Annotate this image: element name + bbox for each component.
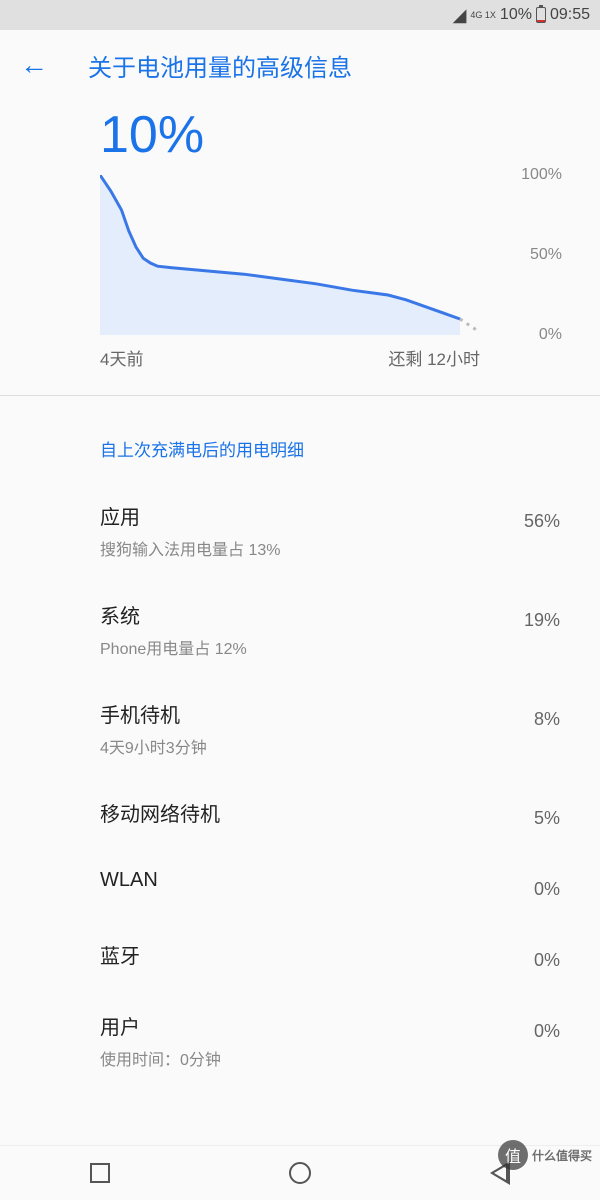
usage-item-percentage: 0% xyxy=(534,869,560,900)
usage-item-subtitle: 搜狗输入法用电量占 13% xyxy=(100,536,524,560)
usage-section-header: 自上次充满电后的用电明细 xyxy=(0,396,600,481)
usage-item-percentage: 56% xyxy=(524,501,560,532)
usage-item-title: WLAN xyxy=(100,869,534,892)
usage-list: 应用搜狗输入法用电量占 13%56% 系统 Phone用电量占 12%19% 手机待机… xyxy=(0,481,600,1090)
action-bar: ← 关于电池用量的高级信息 xyxy=(0,30,600,100)
usage-item-percentage: 0% xyxy=(534,940,560,971)
usage-item-title: 系统 xyxy=(100,600,524,629)
battery-icon xyxy=(536,7,546,23)
usage-item-percentage: 5% xyxy=(534,798,560,829)
usage-item-subtitle: Phone用电量占 12% xyxy=(100,635,524,659)
wifi-icon: ◢ xyxy=(453,5,467,26)
network-type: 4G 1X xyxy=(470,11,496,20)
usage-item[interactable]: 移动网络待机5% xyxy=(0,778,600,849)
usage-item-percentage: 19% xyxy=(524,600,560,631)
usage-item[interactable]: 手机待机 4天9小时3分钟8% xyxy=(0,679,600,778)
status-battery-pct: 10% xyxy=(500,6,532,24)
watermark: 值 什么值得买 xyxy=(498,1140,592,1170)
home-button[interactable] xyxy=(289,1162,311,1184)
battery-chart: 100% 50% 0% 4天前 还剩 12小时 xyxy=(100,175,560,370)
battery-chart-svg xyxy=(100,175,480,335)
usage-item-percentage: 8% xyxy=(534,699,560,730)
x-start-label: 4天前 xyxy=(100,345,143,370)
usage-item-left: 应用搜狗输入法用电量占 13% xyxy=(100,501,524,560)
usage-item[interactable]: 应用搜狗输入法用电量占 13%56% xyxy=(0,481,600,580)
usage-item-subtitle: 4天9小时3分钟 xyxy=(100,734,534,758)
usage-item-left: 手机待机 4天9小时3分钟 xyxy=(100,699,534,758)
y-tick-100: 100% xyxy=(521,166,562,184)
usage-item-title: 蓝牙 xyxy=(100,940,534,969)
status-bar: ◢ 4G 1X 10% 09:55 xyxy=(0,0,600,30)
status-time: 09:55 xyxy=(550,6,590,24)
usage-item[interactable]: 用户使用时间：0分钟0% xyxy=(0,991,600,1090)
recent-apps-button[interactable] xyxy=(90,1163,110,1183)
usage-item-left: 系统 Phone用电量占 12% xyxy=(100,600,524,659)
y-tick-50: 50% xyxy=(530,246,562,264)
usage-item[interactable]: 蓝牙0% xyxy=(0,920,600,991)
usage-item-left: 蓝牙 xyxy=(100,940,534,969)
usage-item-title: 用户 xyxy=(100,1011,534,1040)
usage-item-title: 应用 xyxy=(100,501,524,530)
usage-item-left: WLAN xyxy=(100,869,534,892)
usage-item-left: 移动网络待机 xyxy=(100,798,534,827)
x-end-label: 还剩 12小时 xyxy=(388,345,480,370)
watermark-icon: 值 xyxy=(498,1140,528,1170)
chart-y-axis: 100% 50% 0% xyxy=(502,175,562,335)
usage-item-title: 移动网络待机 xyxy=(100,798,534,827)
watermark-text: 什么值得买 xyxy=(532,1147,592,1164)
y-tick-0: 0% xyxy=(539,326,562,344)
usage-item[interactable]: 系统 Phone用电量占 12%19% xyxy=(0,580,600,679)
usage-item-subtitle: 使用时间：0分钟 xyxy=(100,1046,534,1070)
page-title: 关于电池用量的高级信息 xyxy=(88,48,352,83)
usage-item-percentage: 0% xyxy=(534,1011,560,1042)
chart-x-axis: 4天前 还剩 12小时 xyxy=(100,335,480,370)
usage-item-title: 手机待机 xyxy=(100,699,534,728)
usage-item-left: 用户使用时间：0分钟 xyxy=(100,1011,534,1070)
battery-current-percentage: 10% xyxy=(0,100,600,175)
usage-item[interactable]: WLAN0% xyxy=(0,849,600,920)
back-button[interactable]: ← xyxy=(20,49,48,81)
